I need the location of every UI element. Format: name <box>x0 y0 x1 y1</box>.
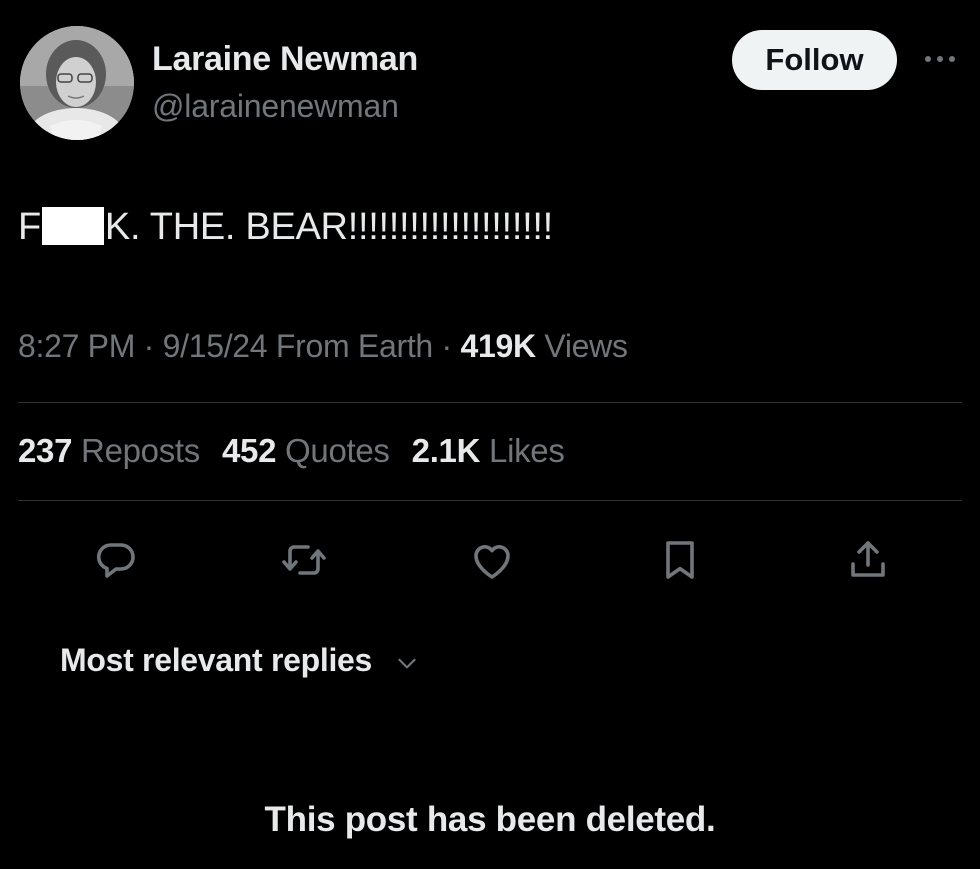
like-icon[interactable] <box>468 536 516 584</box>
quotes-count: 452 <box>222 432 277 469</box>
reposts-link[interactable]: 237 Reposts <box>18 432 200 469</box>
timestamp-time[interactable]: 8:27 PM <box>18 328 135 364</box>
replies-sort-dropdown[interactable]: Most relevant replies <box>60 642 420 679</box>
divider <box>18 402 962 403</box>
meta-separator: · <box>135 328 163 364</box>
follow-button[interactable]: Follow <box>732 30 897 90</box>
engagement-stats: 237 Reposts 452 Quotes 2.1K Likes <box>18 432 565 470</box>
avatar[interactable] <box>20 26 134 140</box>
likes-link[interactable]: 2.1K Likes <box>412 432 565 469</box>
chevron-down-icon <box>398 658 416 668</box>
reposts-label: Reposts <box>72 432 200 469</box>
bookmark-icon[interactable] <box>656 536 704 584</box>
timestamp-date[interactable]: 9/15/24 <box>163 328 268 364</box>
post-source: From Earth <box>267 328 433 364</box>
profile-photo-avatar <box>20 26 134 140</box>
more-options-icon[interactable] <box>920 44 960 74</box>
tweet-text-end: K. THE. BEAR!!!!!!!!!!!!!!!!!!!! <box>104 206 553 248</box>
divider <box>18 500 962 501</box>
likes-label: Likes <box>480 432 565 469</box>
user-handle[interactable]: @larainenewman <box>152 88 399 125</box>
share-icon[interactable] <box>844 536 892 584</box>
likes-count: 2.1K <box>411 432 481 469</box>
tweet-text: F K. THE. BEAR!!!!!!!!!!!!!!!!!!!! <box>18 206 553 249</box>
tweet-metadata: 8:27 PM · 9/15/24 From Earth · 419K View… <box>18 328 628 365</box>
censor-block <box>41 207 104 245</box>
views-label: Views <box>535 328 628 364</box>
repost-icon[interactable] <box>280 536 328 584</box>
deleted-post-notice: This post has been deleted. <box>264 800 716 839</box>
tweet-text-start: F <box>18 206 41 248</box>
meta-separator: · <box>432 328 461 364</box>
views-count: 419K <box>460 328 536 364</box>
reply-icon[interactable] <box>92 536 140 584</box>
quotes-label: Quotes <box>276 432 390 469</box>
quotes-link[interactable]: 452 Quotes <box>222 432 390 469</box>
reposts-count: 237 <box>18 432 73 469</box>
replies-sort-label: Most relevant replies <box>60 642 373 678</box>
display-name[interactable]: Laraine Newman <box>152 40 418 79</box>
